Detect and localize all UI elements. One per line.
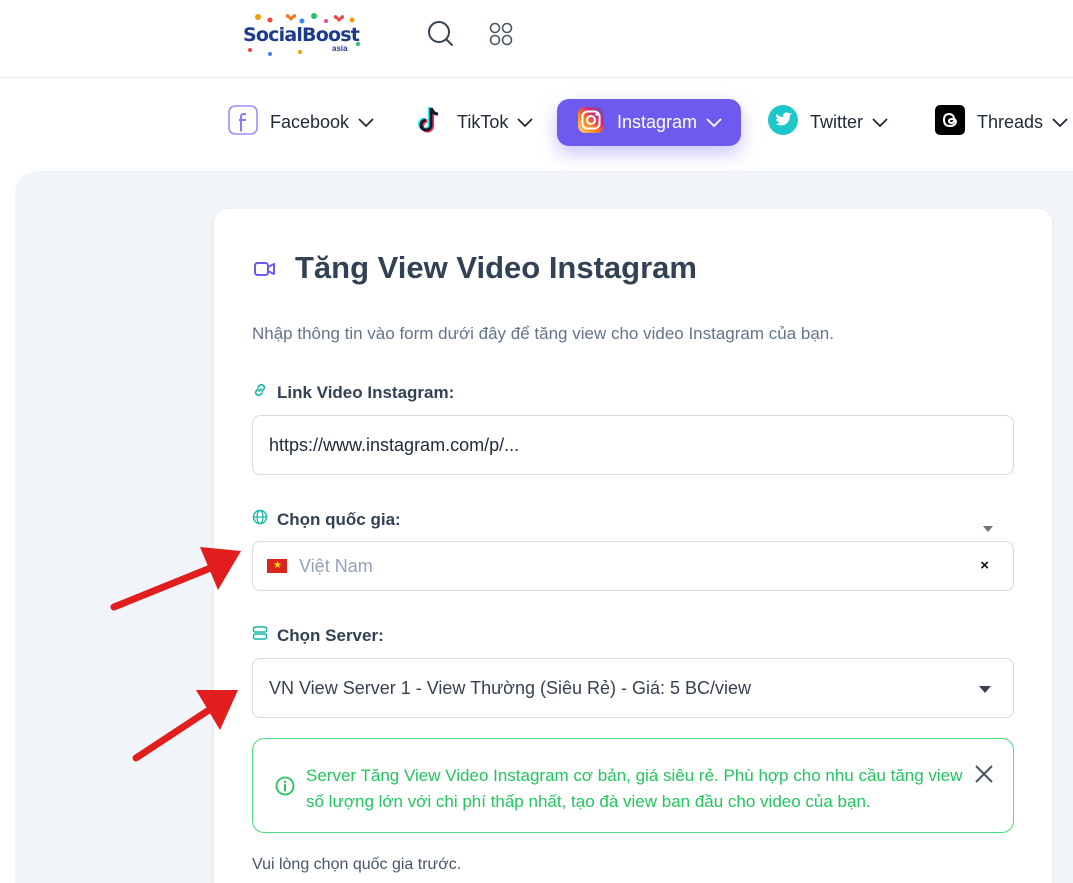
apps-grid-icon[interactable] [488,20,516,48]
chevron-down-icon [1051,112,1069,133]
country-select[interactable]: ★ Việt Nam × [252,541,1014,591]
nav-label-instagram: Instagram [617,112,698,132]
nav-item-tiktok[interactable]: TikTok [415,99,534,146]
server-label-text: Chọn Server: [277,625,384,645]
twitter-icon [768,105,798,140]
threads-icon [935,105,965,140]
server-select[interactable]: VN View Server 1 - View Thường (Siêu Rẻ)… [252,658,1014,718]
red-arrow-annotation [132,690,238,762]
link-field-label: Link Video Instagram: [252,382,454,403]
nav-label-twitter: Twitter [810,112,864,132]
nav-item-threads[interactable]: Threads [935,99,1069,146]
facebook-icon [228,105,258,140]
link-icon [252,382,268,403]
close-alert-button[interactable] [973,763,995,790]
country-label-text: Chọn quốc gia: [277,509,401,529]
country-select-value: Việt Nam [299,555,373,576]
country-field-label: Chọn quốc gia: [252,509,401,530]
info-icon [275,776,295,801]
video-link-placeholder: https://www.instagram.com/p/... [269,434,520,455]
socialboost-logo[interactable]: SocialBoost asia [240,10,364,58]
chevron-down-icon [871,112,889,133]
server-select-value: VN View Server 1 - View Thường (Siêu Rẻ)… [269,677,752,698]
chevron-down-icon [357,112,375,133]
search-icon[interactable] [427,20,455,48]
nav-label-facebook: Facebook [270,112,350,132]
instagram-icon [577,106,605,139]
chevron-down-icon [516,112,534,133]
server-info-alert: Server Tăng View Video Instagram cơ bản,… [252,738,1014,833]
tiktok-icon [415,105,445,140]
logo-text: SocialBoost [243,24,360,46]
server-icon [252,625,268,646]
nav-item-instagram[interactable]: Instagram [557,99,742,146]
vietnam-flag-icon: ★ [267,559,287,573]
nav-label-threads: Threads [977,112,1044,132]
server-info-message: Server Tăng View Video Instagram cơ bản,… [306,766,963,811]
chevron-down-icon [705,112,723,133]
close-icon [975,765,993,783]
top-header: SocialBoost asia [0,0,1073,78]
country-dropdown-caret-icon[interactable] [983,526,993,532]
server-dropdown-caret-icon [979,686,991,693]
link-label-text: Link Video Instagram: [277,382,455,402]
server-field-label: Chọn Server: [252,625,384,646]
logo-subtext: asia [332,44,348,53]
clear-country-button[interactable]: × [980,557,989,574]
nav-item-facebook[interactable]: Facebook [228,99,375,146]
video-link-input[interactable]: https://www.instagram.com/p/... [252,415,1014,475]
red-arrow-annotation [110,547,241,611]
nav-item-twitter[interactable]: Twitter [768,99,889,146]
globe-icon [252,509,268,530]
video-camera-icon [254,258,276,285]
nav-label-tiktok: TikTok [457,112,509,132]
form-description: Nhập thông tin vào form dưới đây để tăng… [252,324,834,343]
page-title: Tăng View Video Instagram [295,250,697,285]
select-country-hint: Vui lòng chọn quốc gia trước. [252,856,462,873]
